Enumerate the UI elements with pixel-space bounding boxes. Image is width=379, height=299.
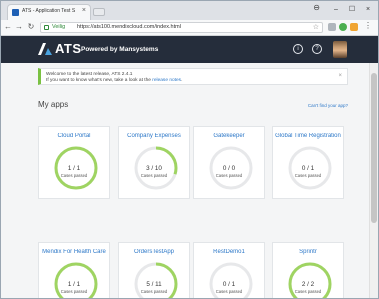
- notice-text: If you want to know what's new, take a l…: [46, 78, 153, 83]
- new-tab-button[interactable]: [93, 8, 105, 16]
- logo-subtitle: Powered by Mansystems: [81, 46, 159, 53]
- bookmark-star-icon[interactable]: ☆: [313, 23, 319, 31]
- browser-window: ATS - Application Test S × ⊖ – ☐ × ← → ↻…: [0, 0, 379, 299]
- cases-label: Cases passed: [294, 173, 322, 178]
- extension-icon[interactable]: [350, 23, 358, 31]
- logo-text: ATS: [55, 41, 82, 56]
- app-name[interactable]: Gatekeeper: [194, 133, 264, 139]
- notice-close-icon[interactable]: ×: [338, 73, 342, 79]
- url-input[interactable]: Veilig https://ats100.mendixcloud.com/in…: [40, 22, 323, 33]
- cant-find-app-link[interactable]: Can't find your app?: [308, 103, 348, 108]
- cases-label: Cases passed: [60, 173, 88, 178]
- cases-label: Cases passed: [215, 173, 243, 178]
- app-card[interactable]: RestDemo1 0 / 1 Cases passed: [193, 242, 265, 298]
- cases-count: 2 / 2: [301, 281, 315, 288]
- app-card[interactable]: Mendix For Health Care 1 / 1 Cases passed: [38, 242, 110, 298]
- tab-title: ATS - Application Test S: [22, 8, 76, 14]
- release-notice: Welcome to the latest release, ATS 2.4.1…: [38, 68, 348, 85]
- help-icon[interactable]: ?: [312, 44, 322, 54]
- cases-count: 5 / 11: [146, 281, 162, 288]
- app-name[interactable]: RestDemo1: [194, 249, 264, 255]
- release-notes-link[interactable]: release notes: [152, 78, 181, 83]
- page-title: My apps: [38, 100, 69, 109]
- favicon-icon: [12, 9, 19, 16]
- app-card[interactable]: Global Time Registration 0 / 1 Cases passe…: [272, 126, 344, 199]
- close-window-button[interactable]: ×: [360, 3, 376, 16]
- secure-label: Veilig: [52, 24, 66, 30]
- cases-label: Cases passed: [140, 173, 168, 178]
- cases-label: Cases passed: [140, 289, 168, 294]
- cases-count: 3 / 10: [146, 165, 162, 172]
- app-header: ATS Powered by Mansystems i ?: [1, 36, 378, 63]
- forward-button[interactable]: →: [14, 22, 24, 31]
- window-controls: – ☐ ×: [328, 3, 376, 16]
- info-icon[interactable]: i: [293, 44, 303, 54]
- cases-label: Cases passed: [215, 289, 243, 294]
- address-bar-row: ← → ↻ Veilig https://ats100.mendixcloud.…: [1, 20, 378, 36]
- app-name[interactable]: Global Time Registration: [273, 133, 343, 139]
- user-profile-icon[interactable]: ⊖: [313, 3, 320, 12]
- minimize-button[interactable]: –: [328, 3, 344, 16]
- tab-close-icon[interactable]: ×: [82, 7, 86, 14]
- app-name[interactable]: Mendix For Health Care: [39, 249, 109, 255]
- app-name[interactable]: Sprintr: [273, 249, 343, 255]
- tab-strip: ATS - Application Test S × ⊖ – ☐ ×: [1, 1, 378, 20]
- lock-icon: [44, 25, 49, 30]
- cases-count: 0 / 1: [301, 165, 315, 172]
- avatar[interactable]: [333, 41, 347, 58]
- cases-count: 1 / 1: [67, 281, 81, 288]
- reload-button[interactable]: ↻: [26, 22, 36, 31]
- browser-tab[interactable]: ATS - Application Test S ×: [7, 4, 91, 20]
- back-button[interactable]: ←: [3, 22, 13, 31]
- app-name[interactable]: Company Expenses: [119, 133, 189, 139]
- scrollbar[interactable]: [369, 63, 378, 298]
- app-card[interactable]: Gatekeeper 0 / 0 Cases passed: [193, 126, 265, 199]
- notice-text-end: .: [181, 78, 183, 83]
- cases-label: Cases passed: [60, 289, 88, 294]
- extension-icon[interactable]: [328, 23, 336, 31]
- maximize-button[interactable]: ☐: [344, 3, 360, 16]
- notice-line-1: Welcome to the latest release, ATS 2.4.1: [46, 72, 133, 77]
- app-name[interactable]: Cloud Portal: [39, 133, 109, 139]
- url-text: https://ats100.mendixcloud.com/index.htm…: [77, 24, 181, 30]
- cases-count: 0 / 0: [222, 165, 236, 172]
- app-card[interactable]: Company Expenses 3 / 10 Cases passed: [118, 126, 190, 199]
- extension-icon[interactable]: [339, 23, 347, 31]
- scrollbar-thumb[interactable]: [371, 73, 377, 223]
- app-name[interactable]: OrdersTestApp: [119, 249, 189, 255]
- cases-label: Cases passed: [294, 289, 322, 294]
- ats-logo-icon: [38, 43, 52, 55]
- menu-icon[interactable]: ⋮: [363, 21, 373, 30]
- notice-line-2: If you want to know what's new, take a l…: [46, 78, 182, 83]
- app-card[interactable]: OrdersTestApp 5 / 11 Cases passed: [118, 242, 190, 298]
- cases-count: 1 / 1: [67, 165, 81, 172]
- cases-count: 0 / 1: [222, 281, 236, 288]
- app-card[interactable]: Sprintr 2 / 2 Cases passed: [272, 242, 344, 298]
- app-card[interactable]: Cloud Portal 1 / 1 Cases passed: [38, 126, 110, 199]
